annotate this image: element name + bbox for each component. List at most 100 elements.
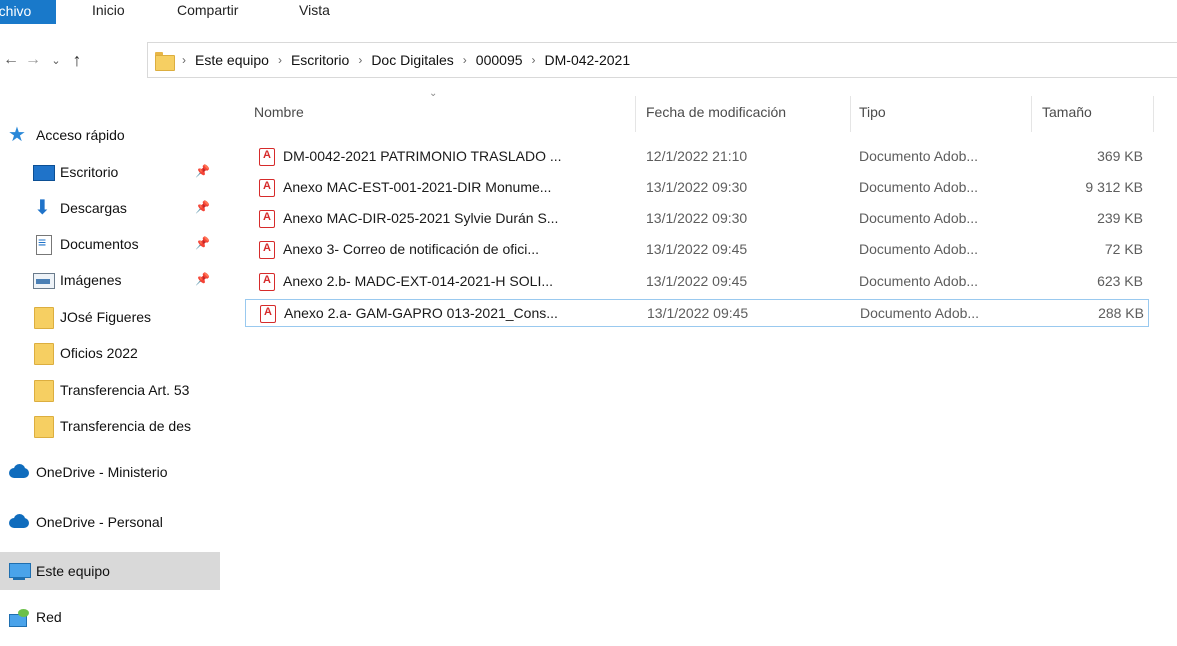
- breadcrumb-000095[interactable]: 000095: [476, 52, 523, 68]
- tab-archivo[interactable]: rchivo: [0, 0, 56, 24]
- file-list: ⌄ Nombre Fecha de modificación Tipo Tama…: [245, 84, 1177, 646]
- column-divider[interactable]: [850, 96, 851, 132]
- file-name: Anexo 3- Correo de notificación de ofici…: [283, 241, 540, 257]
- navigation-bar: ← → ⌄ ↑ › Este equipo › Escritorio › Doc…: [0, 42, 1177, 80]
- pin-icon[interactable]: 📌: [195, 236, 210, 250]
- file-row[interactable]: Anexo MAC-DIR-025-2021 Sylvie Durán S...…: [245, 205, 1149, 233]
- file-row-selected[interactable]: Anexo 2.a- GAM-GAPRO 013-2021_Cons... 13…: [245, 299, 1149, 327]
- file-name: Anexo 2.a- GAM-GAPRO 013-2021_Cons...: [284, 305, 558, 321]
- pin-icon[interactable]: 📌: [195, 272, 210, 286]
- column-header-tipo[interactable]: Tipo: [859, 104, 886, 128]
- pdf-file-icon: [259, 241, 275, 259]
- breadcrumb-doc-digitales[interactable]: Doc Digitales: [371, 52, 453, 68]
- address-bar[interactable]: › Este equipo › Escritorio › Doc Digital…: [147, 42, 1177, 78]
- tab-vista[interactable]: Vista: [299, 0, 330, 24]
- breadcrumb-dm-042-2021[interactable]: DM-042-2021: [545, 52, 631, 68]
- file-date: 13/1/2022 09:30: [646, 179, 748, 195]
- sidebar-item-onedrive-ministerio[interactable]: OneDrive - Ministerio: [8, 455, 222, 489]
- file-size: 239 KB: [1097, 210, 1143, 226]
- pdf-file-icon: [259, 148, 275, 166]
- breadcrumb-separator[interactable]: ›: [278, 53, 282, 67]
- column-divider[interactable]: [635, 96, 636, 132]
- navigation-pane: Acceso rápido Escritorio 📌 Descargas 📌 D…: [0, 118, 232, 646]
- file-name: Anexo MAC-EST-001-2021-DIR Monume...: [283, 179, 552, 195]
- file-date: 13/1/2022 09:45: [646, 241, 748, 257]
- sidebar-item-label: Red: [36, 609, 62, 625]
- sidebar-item-este-equipo[interactable]: Este equipo: [0, 552, 220, 590]
- sidebar-item-oficios-2022[interactable]: Oficios 2022: [32, 336, 222, 370]
- file-name: Anexo 2.b- MADC-EXT-014-2021-H SOLI...: [283, 273, 553, 289]
- back-arrow-icon[interactable]: ←: [0, 48, 22, 72]
- column-divider[interactable]: [1031, 96, 1032, 132]
- sidebar-item-documentos[interactable]: Documentos 📌: [32, 227, 222, 261]
- sidebar-item-label: Imágenes: [60, 272, 122, 288]
- file-date: 13/1/2022 09:45: [647, 305, 749, 321]
- file-date: 13/1/2022 09:30: [646, 210, 748, 226]
- folder-icon: [32, 342, 54, 365]
- column-divider[interactable]: [1153, 96, 1154, 132]
- folder-icon: [32, 415, 54, 438]
- sidebar-item-label: Documentos: [60, 236, 139, 252]
- sidebar-item-descargas[interactable]: Descargas 📌: [32, 191, 222, 225]
- sidebar-item-escritorio[interactable]: Escritorio 📌: [32, 155, 222, 189]
- file-type: Documento Adob...: [859, 273, 979, 289]
- file-size: 288 KB: [1098, 305, 1144, 321]
- sidebar-item-red[interactable]: Red: [8, 600, 222, 634]
- pin-icon[interactable]: 📌: [195, 164, 210, 178]
- sidebar-item-onedrive-personal[interactable]: OneDrive - Personal: [8, 505, 222, 539]
- forward-arrow-icon[interactable]: →: [22, 48, 44, 72]
- pin-icon[interactable]: 📌: [195, 200, 210, 214]
- network-icon: [8, 606, 30, 628]
- breadcrumb-separator[interactable]: ›: [358, 53, 362, 67]
- documents-icon: [32, 233, 54, 255]
- download-icon: [32, 195, 54, 220]
- file-name: Anexo MAC-DIR-025-2021 Sylvie Durán S...: [283, 210, 559, 226]
- sidebar-item-label: Escritorio: [60, 164, 119, 180]
- sidebar-item-label: Transferencia Art. 53: [60, 382, 190, 398]
- sidebar-item-transferencia-de-des[interactable]: Transferencia de des: [32, 409, 222, 443]
- desktop-icon: [32, 161, 55, 183]
- file-type: Documento Adob...: [860, 305, 980, 321]
- file-row[interactable]: Anexo 2.b- MADC-EXT-014-2021-H SOLI... 1…: [245, 268, 1149, 296]
- sidebar-item-label: Transferencia de des: [60, 418, 191, 434]
- breadcrumb-separator[interactable]: ›: [463, 53, 467, 67]
- file-size: 72 KB: [1104, 241, 1143, 257]
- up-arrow-icon[interactable]: ↑: [66, 48, 88, 72]
- sidebar-item-label: Descargas: [60, 200, 127, 216]
- file-type: Documento Adob...: [859, 241, 979, 257]
- tab-compartir[interactable]: Compartir: [177, 0, 238, 24]
- column-header-nombre[interactable]: Nombre: [254, 104, 304, 128]
- file-row[interactable]: DM-0042-2021 PATRIMONIO TRASLADO ... 12/…: [245, 143, 1149, 171]
- column-header-tamano[interactable]: Tamaño: [1042, 104, 1092, 128]
- file-type: Documento Adob...: [859, 179, 979, 195]
- pdf-file-icon: [260, 305, 276, 323]
- ribbon: rchivo Inicio Compartir Vista: [0, 0, 1177, 27]
- folder-icon: [32, 306, 54, 329]
- breadcrumb-este-equipo[interactable]: Este equipo: [195, 52, 269, 68]
- file-size: 369 KB: [1097, 148, 1143, 164]
- column-header-fecha[interactable]: Fecha de modificación: [646, 104, 786, 128]
- breadcrumb-separator[interactable]: ›: [532, 53, 536, 67]
- recent-locations-chevron-icon[interactable]: ⌄: [45, 48, 67, 72]
- sidebar-item-imagenes[interactable]: Imágenes 📌: [32, 263, 222, 297]
- file-row[interactable]: Anexo 3- Correo de notificación de ofici…: [245, 236, 1149, 264]
- sidebar-item-jose-figueres[interactable]: JOsé Figueres: [32, 300, 222, 334]
- breadcrumb-separator[interactable]: ›: [182, 53, 186, 67]
- file-size: 623 KB: [1097, 273, 1143, 289]
- pdf-file-icon: [259, 273, 275, 291]
- images-icon: [32, 269, 55, 291]
- file-name: DM-0042-2021 PATRIMONIO TRASLADO ...: [283, 148, 562, 164]
- sidebar-item-acceso-rapido[interactable]: Acceso rápido: [8, 118, 222, 152]
- pdf-file-icon: [259, 210, 275, 228]
- sidebar-item-transferencia-art-53[interactable]: Transferencia Art. 53: [32, 373, 222, 407]
- pdf-file-icon: [259, 179, 275, 197]
- sidebar-item-label: OneDrive - Ministerio: [36, 464, 168, 480]
- tab-inicio[interactable]: Inicio: [92, 0, 125, 24]
- onedrive-cloud-icon: [8, 461, 30, 483]
- file-row[interactable]: Anexo MAC-EST-001-2021-DIR Monume... 13/…: [245, 174, 1149, 202]
- breadcrumb-escritorio[interactable]: Escritorio: [291, 52, 349, 68]
- folder-icon: [32, 379, 54, 402]
- star-icon: [8, 122, 30, 147]
- folder-icon: [154, 50, 175, 71]
- file-date: 12/1/2022 21:10: [646, 148, 748, 164]
